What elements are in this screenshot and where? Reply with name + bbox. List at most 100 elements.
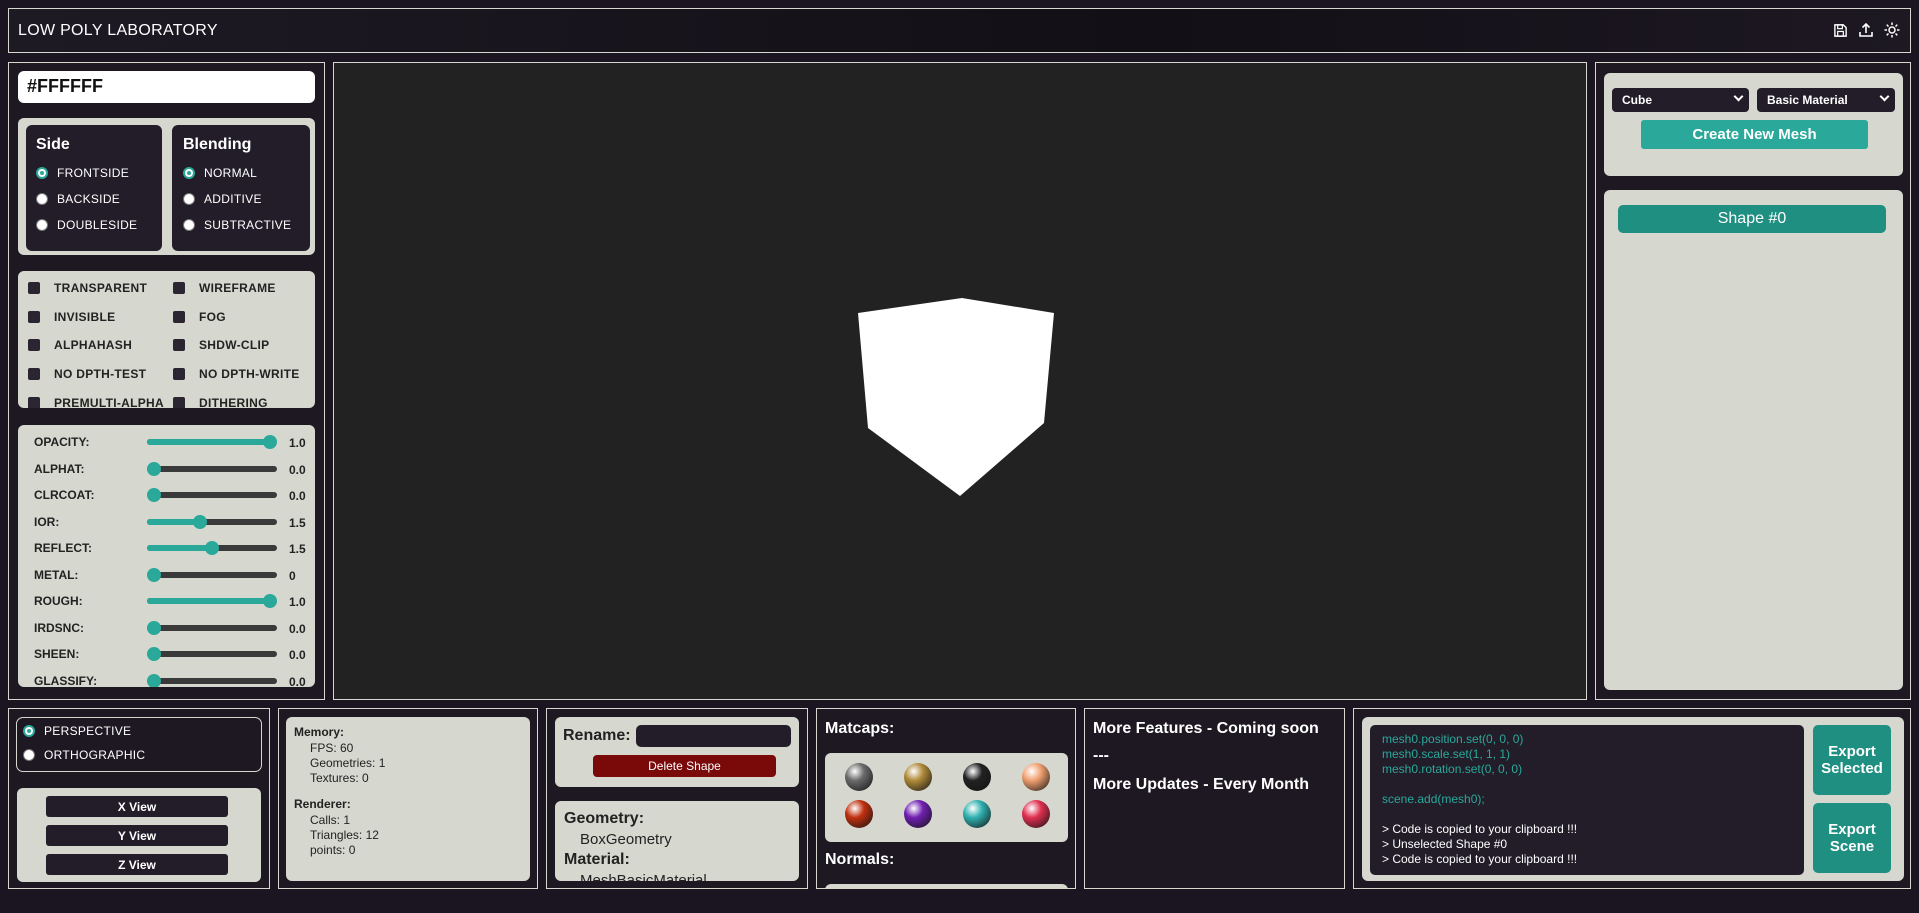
color-hex-input[interactable]: #FFFFFF — [18, 71, 315, 103]
rename-input[interactable] — [636, 725, 791, 747]
viewport-3d[interactable] — [333, 62, 1587, 700]
shape-list-card: Shape #0 — [1604, 190, 1903, 690]
slider-thumb[interactable] — [205, 541, 219, 555]
geometry-select[interactable]: Cube — [1612, 88, 1749, 112]
radio-frontside[interactable]: FRONTSIDE — [36, 166, 129, 180]
slider-thumb[interactable] — [263, 594, 277, 608]
radio-backside[interactable]: BACKSIDE — [36, 192, 120, 206]
radio-orthographic[interactable]: ORTHOGRAPHIC — [23, 748, 145, 762]
slider-thumb[interactable] — [147, 567, 161, 582]
slider-label: GLASSIFY: — [34, 673, 98, 688]
slider-value: 0.0 — [289, 621, 306, 636]
slider-label: SHEEN: — [34, 647, 80, 661]
slider-row-rough: ROUGH: 1.0 — [34, 591, 306, 611]
matcap-swatch[interactable] — [1022, 763, 1050, 791]
slider-sheen[interactable] — [147, 647, 277, 661]
slider-ior[interactable] — [147, 514, 277, 529]
slider-row-metal: METAL: 0 — [34, 565, 304, 585]
checkbox-invisible[interactable]: INVISIBLE — [28, 310, 115, 324]
slider-thumb[interactable] — [147, 673, 161, 687]
checkbox-shadow-clip[interactable]: SHDW-CLIP — [173, 338, 269, 352]
slider-label: ALPHAT: — [34, 461, 85, 476]
save-icon[interactable] — [1831, 21, 1849, 39]
matcap-swatch[interactable] — [845, 800, 873, 828]
textures-stat: Textures: 0 — [310, 771, 369, 785]
log-line: > Code is copied to your clipboard !!! — [1382, 822, 1578, 836]
matcap-swatch[interactable] — [904, 800, 932, 828]
fps-stat: FPS: 60 — [310, 741, 354, 755]
material-panel: #FFFFFF Side FRONTSIDE BACKSIDE DOUBLESI… — [8, 62, 325, 700]
sun-icon[interactable] — [1883, 21, 1901, 39]
sliders-card: OPACITY: 1.0 ALPHAT: 0.0 CLRCOAT: 0.0 IOR: 1.5 R… — [18, 425, 315, 687]
blending-heading: Blending — [183, 136, 252, 153]
slider-opacity[interactable] — [147, 435, 277, 449]
y-view-button[interactable]: Y View — [46, 825, 228, 846]
delete-shape-button[interactable]: Delete Shape — [593, 755, 776, 777]
slider-thumb[interactable] — [147, 647, 161, 661]
x-view-button[interactable]: X View — [46, 796, 228, 817]
slider-thumb[interactable] — [193, 514, 208, 529]
cube-mesh[interactable] — [854, 293, 1064, 503]
code-line: mesh0.position.set(0, 0, 0) — [1382, 732, 1524, 746]
checkbox-no-depth-write[interactable]: NO DPTH-WRITE — [173, 367, 300, 381]
slider-label: METAL: — [34, 567, 79, 582]
side-blending-card: Side FRONTSIDE BACKSIDE DOUBLESIDE Blend… — [18, 118, 315, 255]
code-line: mesh0.rotation.set(0, 0, 0) — [1382, 762, 1523, 776]
slider-thumb[interactable] — [263, 435, 277, 449]
camera-mode-group: PERSPECTIVE ORTHOGRAPHIC — [16, 717, 262, 772]
matcap-swatch[interactable] — [963, 800, 991, 828]
app-title: LOW POLY LABORATORY — [18, 22, 218, 39]
radio-doubleside[interactable]: DOUBLESIDE — [36, 218, 137, 232]
stats-panel: Memory: FPS: 60 Geometries: 1 Textures: … — [278, 708, 538, 889]
geometries-stat: Geometries: 1 — [310, 756, 386, 770]
slider-fill — [147, 598, 277, 604]
export-selected-button[interactable]: Export Selected — [1813, 725, 1891, 795]
radio-subtractive[interactable]: SUBTRACTIVE — [183, 218, 291, 232]
blending-group: Blending NORMAL ADDITIVE SUBTRACTIVE — [172, 125, 310, 251]
radio-dot — [183, 193, 195, 205]
matcap-swatch[interactable] — [963, 763, 991, 791]
slider-alphat[interactable] — [147, 461, 277, 476]
checkbox-wireframe[interactable]: WIREFRAME — [173, 281, 276, 295]
slider-thumb[interactable] — [147, 488, 161, 502]
checkbox-transparent[interactable]: TRANSPARENT — [28, 281, 147, 295]
geometry-value: BoxGeometry — [580, 831, 672, 848]
slider-fill — [147, 545, 212, 551]
z-view-button[interactable]: Z View — [46, 854, 228, 875]
matcap-swatch[interactable] — [845, 763, 873, 791]
normals-grid — [825, 884, 1068, 888]
slider-label: REFLECT: — [34, 541, 92, 555]
slider-glassify[interactable] — [147, 673, 277, 687]
radio-additive[interactable]: ADDITIVE — [183, 192, 262, 206]
slider-rough[interactable] — [147, 594, 277, 608]
slider-metal[interactable] — [147, 567, 277, 582]
checkbox-dithering[interactable]: DITHERING — [173, 396, 268, 408]
slider-iridescence[interactable] — [147, 620, 277, 635]
matcap-swatch[interactable] — [1022, 800, 1050, 828]
checkbox-no-depth-test[interactable]: NO DPTH-TEST — [28, 367, 146, 381]
code-line: mesh0.scale.set(1, 1, 1) — [1382, 747, 1511, 761]
upload-icon[interactable] — [1857, 21, 1875, 39]
create-mesh-button[interactable]: Create New Mesh — [1641, 120, 1868, 149]
matcap-swatch[interactable] — [904, 763, 932, 791]
radio-perspective[interactable]: PERSPECTIVE — [23, 724, 131, 738]
shape-list-item[interactable]: Shape #0 — [1618, 205, 1886, 233]
checkbox-fog[interactable]: FOG — [173, 310, 226, 324]
slider-label: ROUGH: — [34, 594, 83, 608]
checkbox-alphahash[interactable]: ALPHAHASH — [28, 338, 132, 352]
slider-thumb[interactable] — [147, 461, 161, 476]
checkbox-premulti-alpha[interactable]: PREMULTI-ALPHA — [28, 396, 164, 408]
slider-clearcoat[interactable] — [147, 488, 277, 502]
radio-dot — [183, 167, 195, 179]
shape-edit-panel: Rename: Delete Shape Geometry: BoxGeomet… — [546, 708, 808, 889]
slider-value: 0.0 — [289, 462, 306, 477]
slider-row-reflect: REFLECT: 1.5 — [34, 538, 306, 558]
camera-panel: PERSPECTIVE ORTHOGRAPHIC X View Y View Z… — [8, 708, 270, 889]
radio-normal[interactable]: NORMAL — [183, 166, 257, 180]
slider-thumb[interactable] — [147, 620, 161, 635]
header-bar: LOW POLY LABORATORY — [8, 8, 1911, 53]
checkbox-box — [28, 311, 40, 323]
slider-reflect[interactable] — [147, 541, 277, 555]
export-scene-button[interactable]: Export Scene — [1813, 803, 1891, 873]
material-select[interactable]: Basic Material — [1757, 88, 1895, 112]
